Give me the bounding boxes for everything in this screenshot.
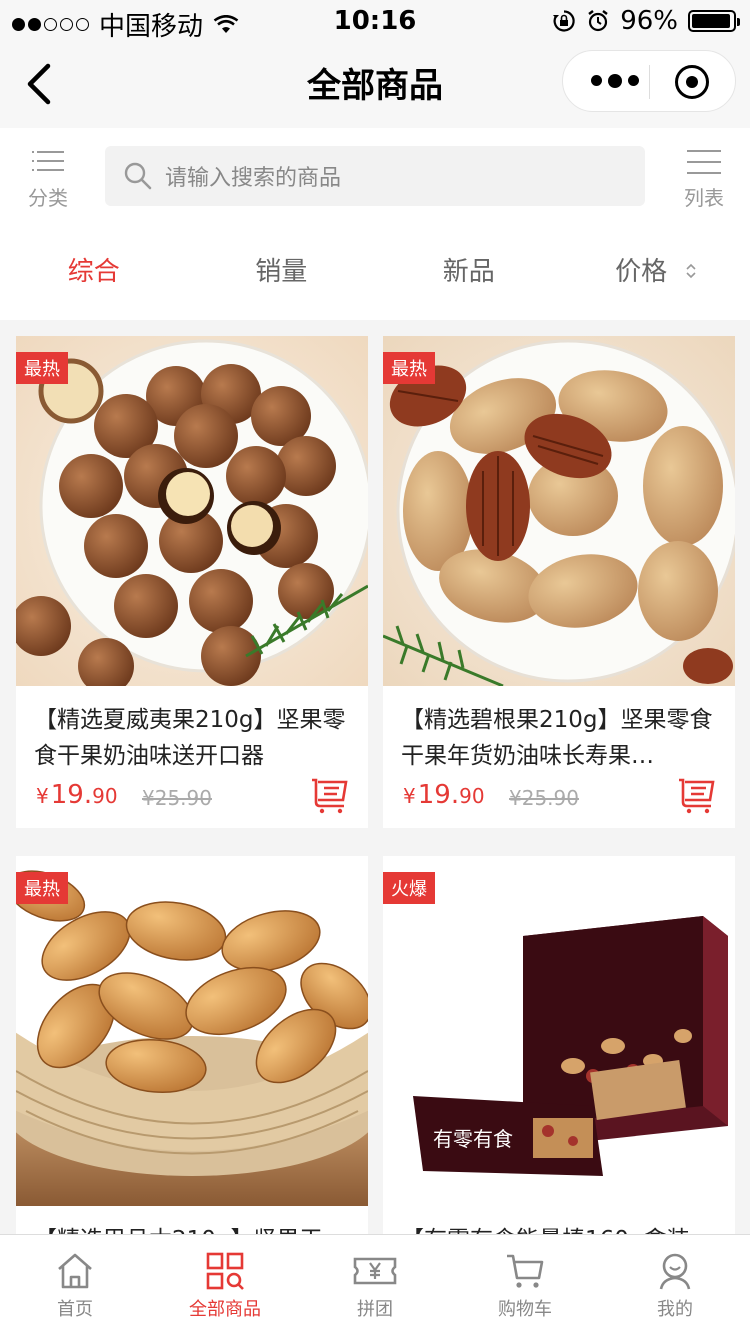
miniprogram-capsule [562, 50, 736, 112]
status-right: 96% [552, 6, 740, 36]
category-label: 分类 [28, 186, 68, 210]
category-menu-icon [32, 148, 64, 178]
hot-badge: 最热 [16, 872, 68, 904]
product-card[interactable]: 最热 【精选夏威夷果210g】坚果零食干果奶油味送开口器 ¥19.90 ¥25.… [16, 336, 368, 828]
tab-label: 综合 [67, 257, 120, 287]
tab-label: 销量 [255, 257, 308, 287]
product-card[interactable]: 最热 【精选碧根果210g】坚果零食干果年货奶油味长寿果… ¥19.90 ¥25… [383, 336, 735, 828]
product-image-energy-bar[interactable]: 有零有食 火爆 [383, 856, 735, 1206]
more-dots-icon[interactable] [591, 74, 639, 88]
search-icon [124, 162, 152, 190]
original-price: ¥25.90 [509, 786, 579, 810]
tab-comprehensive[interactable]: 综合 [0, 228, 188, 320]
cart-icon [507, 1254, 544, 1288]
category-button[interactable]: 分类 [22, 148, 74, 211]
product-price: ¥19.90 [403, 780, 485, 810]
navigation-bar: 全部商品 [0, 40, 750, 128]
tabbar-cart[interactable]: 购物车 [450, 1235, 600, 1334]
product-card[interactable]: 有零有食 火爆 【有零有食能量棒160g盒装 [383, 856, 735, 1246]
tab-sales[interactable]: 销量 [188, 228, 376, 320]
add-to-cart-icon[interactable] [677, 776, 717, 814]
ticket-icon [353, 1257, 397, 1285]
product-image-macadamia[interactable]: 最热 [16, 336, 368, 686]
grid-search-icon [206, 1252, 244, 1290]
bottom-tab-bar: 首页 全部商品 拼团 购物车 我的 [0, 1234, 750, 1334]
hot-badge: 火爆 [383, 872, 435, 904]
sort-tabs: 综合 销量 新品 价格 [0, 228, 750, 320]
product-card[interactable]: 最热 【精选巴旦木210g】坚果干 [16, 856, 368, 1246]
alarm-icon [588, 10, 608, 32]
battery-icon [688, 10, 740, 32]
hot-badge: 最热 [16, 352, 68, 384]
product-image-pecan[interactable]: 最热 [383, 336, 735, 686]
tabbar-home[interactable]: 首页 [0, 1235, 150, 1334]
package-brand-text: 有零有食 [433, 1127, 513, 1151]
tab-price[interactable]: 价格 [563, 228, 750, 320]
tabbar-label: 拼团 [357, 1299, 393, 1320]
close-target-icon[interactable] [675, 65, 709, 99]
hot-badge: 最热 [383, 352, 435, 384]
list-view-button[interactable]: 列表 [680, 148, 728, 211]
list-view-icon [687, 148, 721, 178]
product-grid: 最热 【精选夏威夷果210g】坚果零食干果奶油味送开口器 ¥19.90 ¥25.… [16, 336, 736, 1246]
tab-new[interactable]: 新品 [375, 228, 563, 320]
tabbar-all-products[interactable]: 全部商品 [150, 1235, 300, 1334]
product-name: 【精选夏威夷果210g】坚果零食干果奶油味送开口器 [34, 707, 346, 769]
sort-arrows-icon [686, 263, 696, 278]
search-input[interactable]: 请输入搜索的商品 [105, 146, 645, 206]
tabbar-mine[interactable]: 我的 [600, 1235, 750, 1334]
capsule-divider [649, 65, 650, 99]
user-icon [659, 1253, 691, 1290]
product-price: ¥19.90 [36, 780, 118, 810]
tabbar-group-buy[interactable]: 拼团 [300, 1235, 450, 1334]
status-bar: 中国移动 10:16 96% [0, 0, 750, 42]
home-icon [58, 1253, 92, 1289]
product-name: 【精选碧根果210g】坚果零食干果年货奶油味长寿果… [401, 707, 713, 769]
tabbar-label: 我的 [657, 1299, 693, 1320]
add-to-cart-icon[interactable] [310, 776, 350, 814]
original-price: ¥25.90 [142, 786, 212, 810]
list-view-label: 列表 [684, 186, 724, 210]
tabbar-label: 购物车 [498, 1299, 552, 1320]
tabbar-label: 首页 [57, 1299, 93, 1320]
rotation-lock-icon [553, 10, 575, 32]
tab-label: 价格 [615, 257, 668, 287]
tabbar-label: 全部商品 [189, 1299, 261, 1320]
tab-label: 新品 [442, 257, 495, 287]
search-placeholder: 请输入搜索的商品 [165, 166, 342, 191]
battery-percent: 96% [620, 6, 678, 36]
product-image-almonds[interactable]: 最热 [16, 856, 368, 1206]
search-bar: 分类 请输入搜索的商品 列表 [0, 128, 750, 228]
